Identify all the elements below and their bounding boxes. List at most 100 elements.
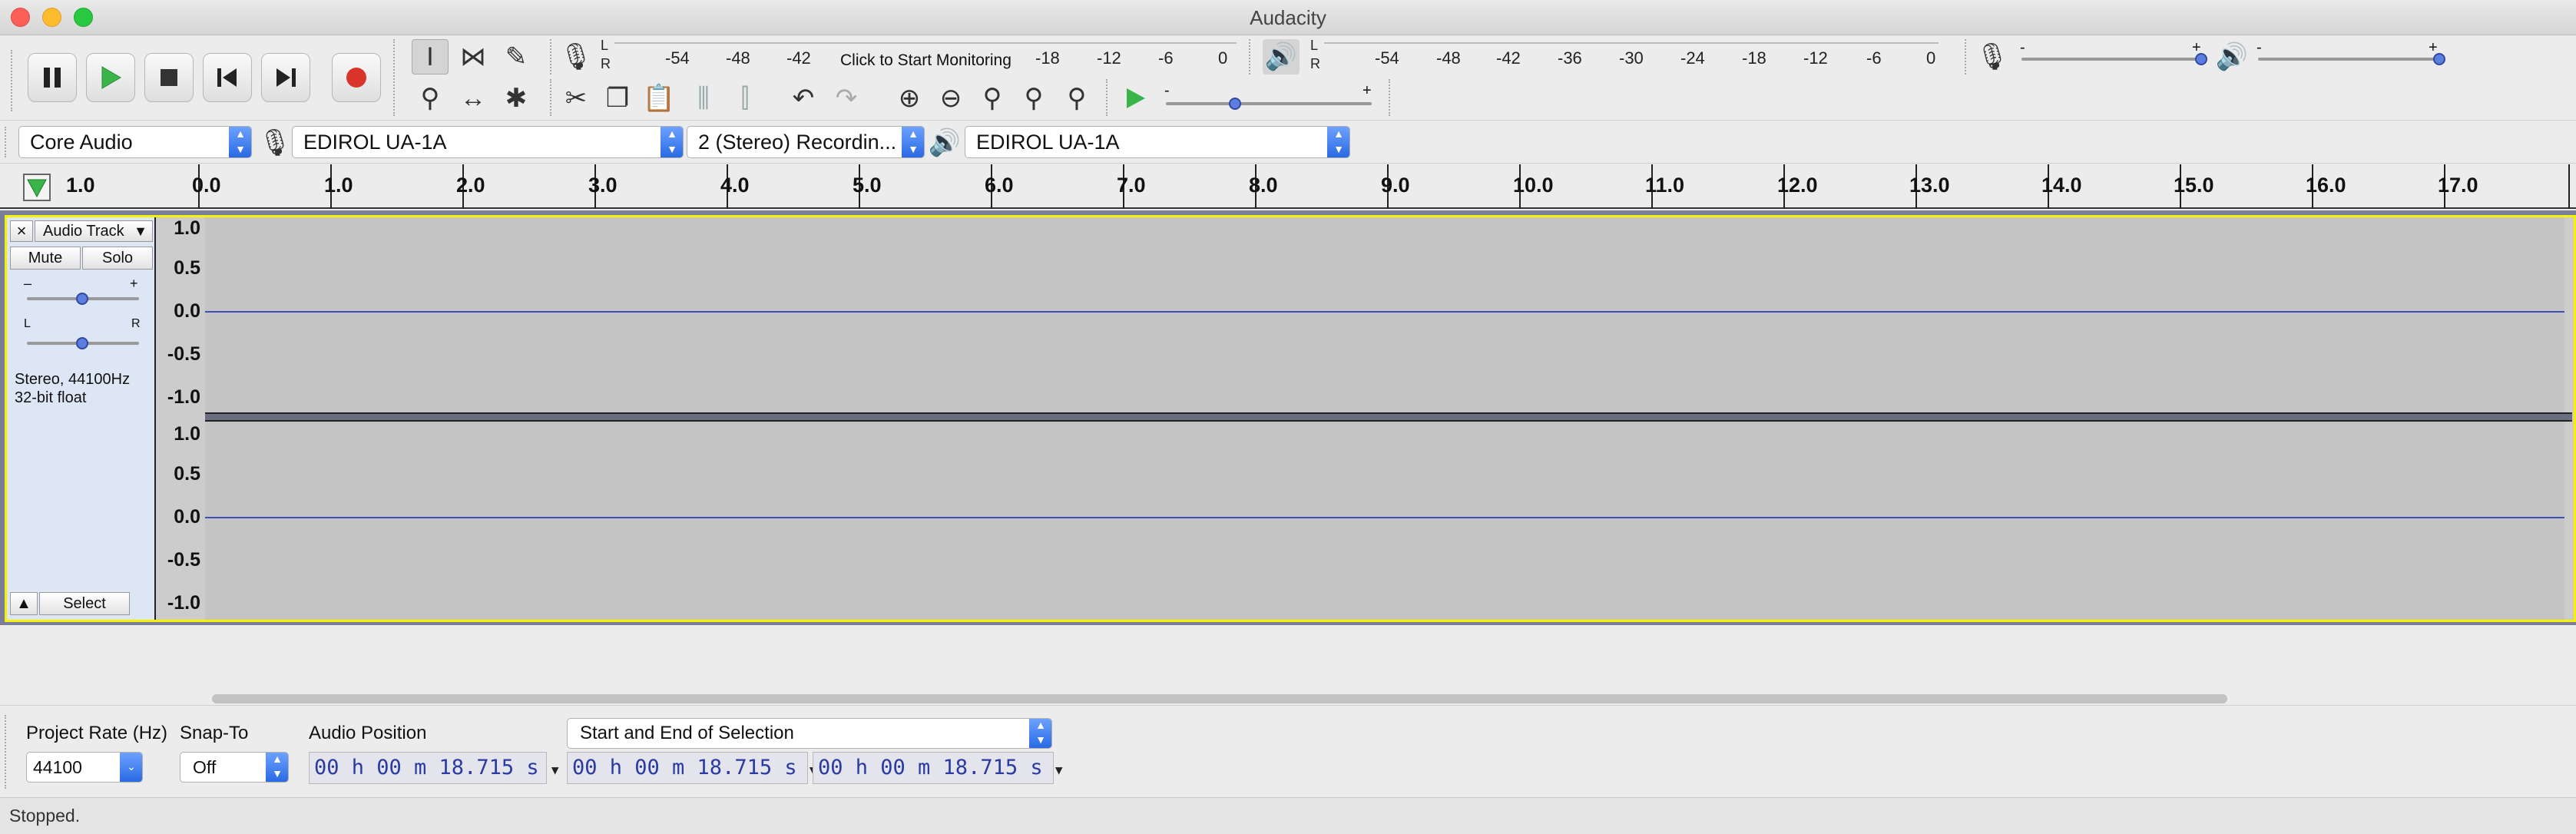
skip-to-end-button[interactable] [261,53,310,102]
toolbar-grip[interactable] [1106,79,1111,116]
status-bar: Stopped. [0,797,2576,834]
window-title: Audacity [1250,6,1326,29]
toolbar-grip[interactable] [1249,39,1253,74]
fit-selection-icon[interactable]: ⚲ [974,81,1011,116]
meter-tick: -48 [726,48,750,68]
play-at-speed-button[interactable] [1117,81,1154,116]
scrollbar-thumb[interactable] [212,694,2227,703]
draw-tool-icon[interactable]: ✎ [498,39,535,74]
device-toolbar: Core Audio ▲ ▼ 🎙 EDIROL UA-1A ▲ ▼ 2 (Stere… [0,121,2576,164]
timeshift-tool-icon[interactable]: ↔ [455,81,492,116]
mute-button[interactable]: Mute [10,247,81,270]
waveform-centerline [205,311,2564,313]
snap-to-label: Snap-To [180,723,249,743]
track-format-info: Stereo, 44100Hz [15,371,131,388]
toolbar-grip[interactable] [11,50,15,111]
ruler-label: 1.0 [324,174,353,197]
audio-host-select[interactable]: Core Audio ▲ ▼ [18,126,252,158]
pin-playhead-button[interactable] [23,174,51,201]
selection-toolbar: Project Rate (Hz) 44100 ⌄ Snap-To Off ▲ ▼… [0,705,2576,797]
toolbar-grip[interactable] [1965,39,1969,74]
mixer-minus: - [2256,39,2262,56]
ruler-label: 3.0 [588,174,618,197]
toolbar-grip[interactable] [5,127,9,157]
pause-icon [44,68,61,88]
play-speed-slider[interactable] [1166,102,1372,105]
toolbar-grip[interactable] [393,39,398,116]
recording-volume-slider[interactable] [2021,58,2200,61]
project-rate-select[interactable]: 44100 ⌄ [26,752,143,783]
paste-icon[interactable]: 📋 [641,81,677,116]
playback-volume-knob[interactable] [2433,53,2445,65]
click-to-monitor-text[interactable]: Click to Start Monitoring [840,51,1012,70]
playback-meter[interactable]: -54 -48 -42 -36 -30 -24 -18 -12 -6 0 [1324,42,1939,73]
meter-tick: -54 [665,48,690,68]
timeline-ruler[interactable]: 1.0 0.0 1.0 2.0 3.0 4.0 5.0 6.0 7.0 8.0 … [0,164,2576,209]
solo-button[interactable]: Solo [82,247,153,270]
pan-knob[interactable] [76,337,88,349]
zoom-tool-icon[interactable]: ⚲ [412,81,449,116]
waveform-right-channel[interactable] [205,422,2564,620]
playback-device-select[interactable]: EDIROL UA-1A ▲ ▼ [965,126,1350,158]
track-name-menu[interactable]: Audio Track ▼ [35,220,153,242]
audio-track[interactable]: × Audio Track ▼ Mute Solo – + L R Stereo… [5,215,2576,622]
stop-button[interactable] [144,53,194,102]
zoom-toggle-icon[interactable]: ⚲ [1058,81,1095,116]
snap-to-select[interactable]: Off ▲ ▼ [180,752,289,783]
ruler-label: 17.0 [2438,174,2478,197]
play-speed-knob[interactable] [1229,98,1241,110]
fit-project-icon[interactable]: ⚲ [1015,81,1052,116]
toolbar-grip[interactable] [550,79,555,116]
copy-icon[interactable]: ❐ [599,81,636,116]
selection-end-field[interactable]: 00 h 00 m 18.715 s ▼ [813,752,1063,784]
envelope-tool-icon[interactable]: ⋈ [455,39,492,74]
record-meter[interactable]: -54 -48 -42 Click to Start Monitoring -1… [614,42,1237,73]
mixer-minus: - [2020,39,2025,56]
vscale-label: 1.0 [174,217,200,239]
zoom-out-icon[interactable]: ⊖ [932,81,969,116]
skip-to-start-button[interactable] [203,53,252,102]
ruler-label: 14.0 [2041,174,2082,197]
play-icon [101,66,121,89]
select-track-button[interactable]: Select [39,592,130,615]
recording-volume-knob[interactable] [2195,53,2207,65]
meter-tick: -54 [1375,48,1399,68]
play-button[interactable] [86,53,135,102]
selection-tool-icon[interactable]: I [412,39,449,74]
ruler-label: 16.0 [2306,174,2346,197]
toolbar-grip[interactable] [550,39,555,74]
cut-icon[interactable]: ✂ [558,81,594,116]
record-button[interactable] [332,53,381,102]
speed-minus: - [1164,82,1170,99]
toolbar-grip[interactable] [5,715,9,789]
toolbar-grip[interactable] [1389,79,1393,116]
silence-icon[interactable]: ⫿ [727,81,763,116]
selection-mode-value: Start and End of Selection [580,723,794,743]
trim-icon[interactable]: ⫼ [685,81,722,116]
ruler-label: 4.0 [720,174,750,197]
meter-tick: 0 [1218,48,1228,68]
zoom-in-icon[interactable]: ⊕ [891,81,928,116]
pause-button[interactable] [28,53,77,102]
collapse-track-button[interactable]: ▲ [10,592,38,615]
undo-icon[interactable]: ↶ [785,81,822,116]
audio-position-field[interactable]: 00 h 00 m 18.715 s ▼ [309,752,559,784]
multi-tool-icon[interactable]: ✱ [498,81,535,116]
close-track-button[interactable]: × [10,220,33,242]
playback-meter-icon[interactable]: 🔊 [1263,39,1300,74]
playback-volume-slider[interactable] [2258,58,2438,61]
vscale-label: 0.0 [174,506,200,528]
recording-channels-select[interactable]: 2 (Stereo) Recordin... ▲ ▼ [687,126,925,158]
redo-icon[interactable]: ↷ [828,81,865,116]
gain-plus: + [130,276,138,291]
waveform-left-channel[interactable] [205,217,2564,412]
horizontal-scrollbar[interactable] [0,682,2576,705]
vscale-label: -1.0 [167,592,200,614]
recording-device-select[interactable]: EDIROL UA-1A ▲ ▼ [292,126,684,158]
selection-mode-select[interactable]: Start and End of Selection ▲ ▼ [567,718,1052,749]
meter-tick: -18 [1035,48,1060,68]
ruler-label: 9.0 [1381,174,1410,197]
gain-knob[interactable] [76,293,88,305]
selection-start-field[interactable]: 00 h 00 m 18.715 s ▼ [567,752,817,784]
record-meter-icon[interactable]: 🎙 [558,39,594,74]
